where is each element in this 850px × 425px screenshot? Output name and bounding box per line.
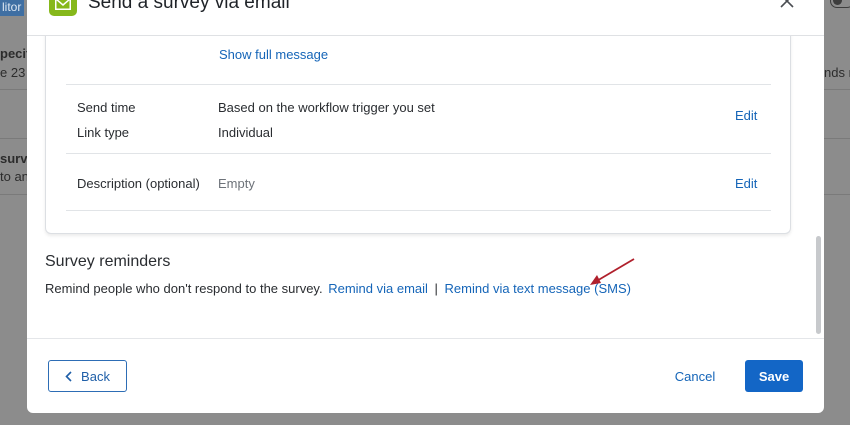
link-separator: | [434, 281, 438, 296]
email-summary-card: Show full message Send time Based on the… [45, 36, 791, 234]
background-button: litor [0, 0, 24, 16]
background-text: pecifi [0, 46, 27, 61]
background-text: nds n [824, 65, 850, 80]
background-divider [824, 194, 850, 195]
save-button[interactable]: Save [745, 360, 803, 392]
close-icon [780, 0, 794, 8]
background-text: to an [0, 169, 27, 184]
divider [66, 153, 771, 154]
survey-reminders-heading: Survey reminders [45, 253, 171, 270]
toggle-icon [830, 0, 850, 8]
modal-body: Show full message Send time Based on the… [27, 36, 824, 326]
back-button-label: Back [81, 368, 110, 384]
background-divider [0, 89, 27, 90]
divider [66, 210, 771, 211]
divider [66, 84, 771, 85]
background-divider [0, 194, 27, 195]
description-label: Description (optional) [77, 176, 200, 191]
send-time-value: Based on the workflow trigger you set [218, 100, 435, 115]
modal-scrollbar-thumb[interactable] [816, 236, 821, 334]
modal-footer: Back Cancel Save [27, 338, 824, 413]
send-time-label: Send time [77, 100, 136, 115]
edit-description-button[interactable]: Edit [735, 176, 757, 191]
background-divider [824, 138, 850, 139]
show-full-message-link[interactable]: Show full message [219, 47, 328, 62]
background-text: surv [0, 151, 27, 166]
annotation-arrow-icon [590, 258, 635, 285]
link-type-label: Link type [77, 125, 130, 140]
remind-via-email-link[interactable]: Remind via email [328, 281, 428, 296]
send-survey-modal: Send a survey via email Show full messag… [27, 0, 824, 413]
cancel-button[interactable]: Cancel [662, 360, 728, 392]
background-divider [0, 138, 27, 139]
modal-title: Send a survey via email [88, 0, 290, 13]
back-button[interactable]: Back [48, 360, 127, 392]
reminder-options: Remind people who don't respond to the s… [45, 281, 631, 296]
link-type-value: Individual [218, 125, 273, 140]
description-value: Empty [218, 176, 255, 191]
background-text: e 23 [0, 65, 26, 80]
edit-send-time-button[interactable]: Edit [735, 108, 757, 123]
chevron-left-icon [65, 370, 72, 382]
reminder-description: Remind people who don't respond to the s… [45, 281, 323, 296]
close-button[interactable] [776, 0, 798, 12]
background-divider [824, 89, 850, 90]
envelope-icon [49, 0, 77, 16]
modal-header: Send a survey via email [27, 0, 824, 36]
